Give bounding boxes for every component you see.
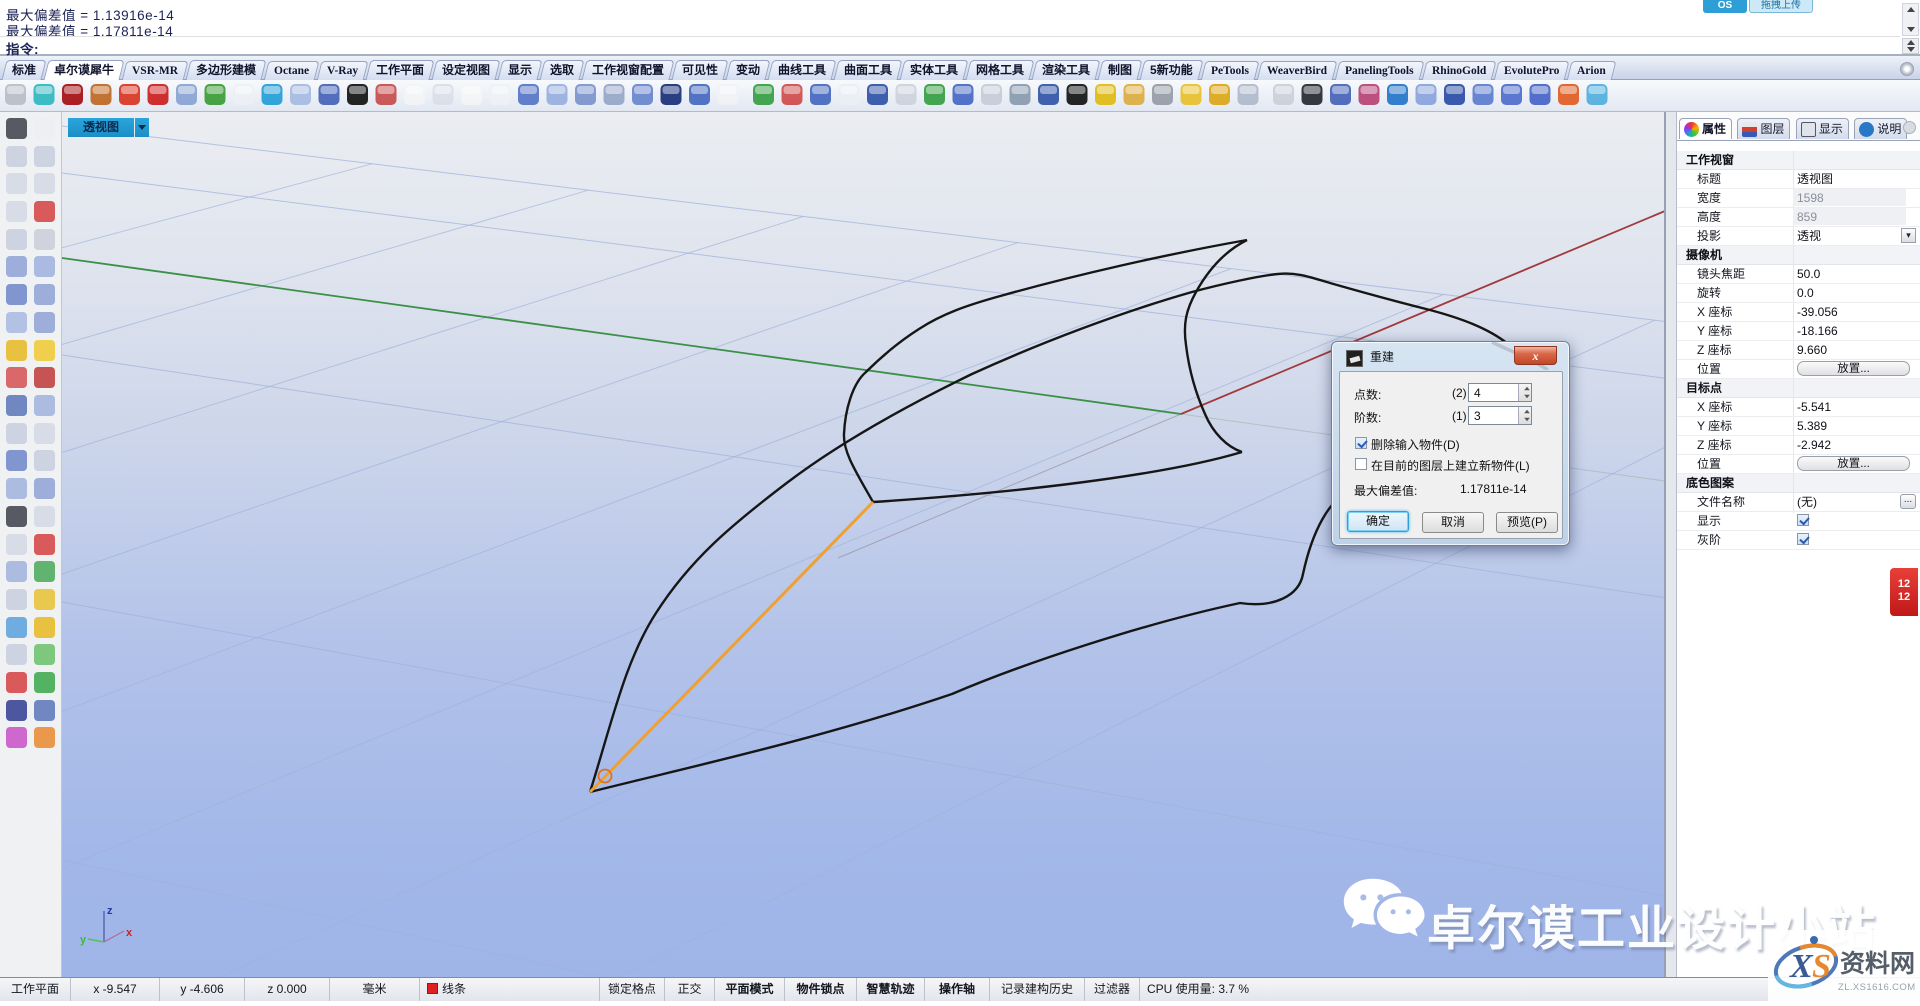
- svg-text:X: X: [1789, 948, 1814, 985]
- svg-text:资料网: 资料网: [1840, 950, 1915, 978]
- svg-text:y: y: [80, 934, 87, 946]
- svg-text:z: z: [107, 905, 113, 917]
- svg-text:S: S: [1812, 948, 1831, 985]
- svg-text:x: x: [126, 927, 133, 939]
- svg-text:ZL.XS1616.COM: ZL.XS1616.COM: [1838, 982, 1916, 993]
